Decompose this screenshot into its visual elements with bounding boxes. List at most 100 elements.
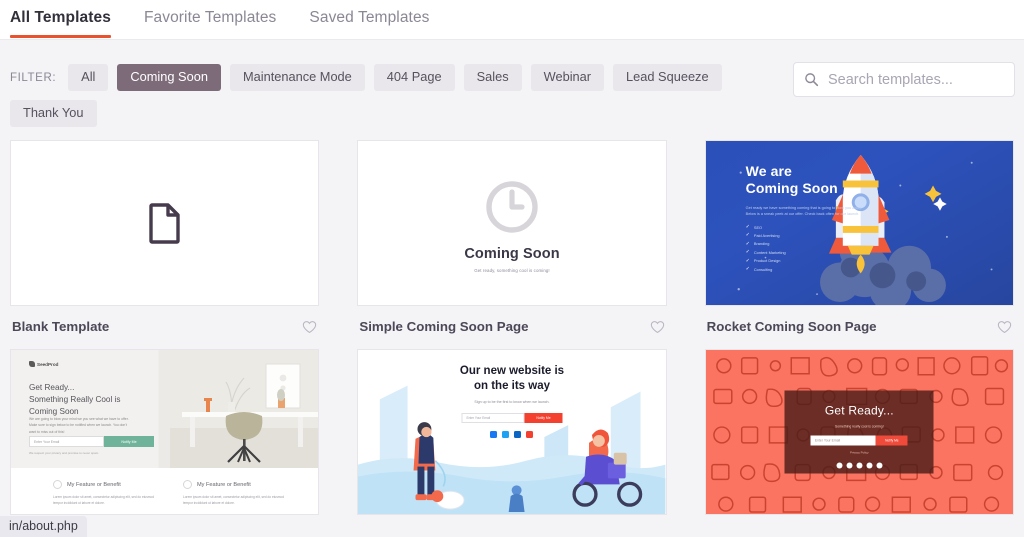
list-item: ✓ Content Marketing [746, 250, 871, 255]
feature-heading: My Feature or Benefit [183, 480, 291, 490]
cloud-icon [53, 480, 62, 490]
template-card-footer: Rocket Coming Soon Page [705, 306, 1014, 349]
template-title-simple-coming-soon[interactable]: Simple Coming Soon Page [359, 319, 528, 334]
rocket-copy: We are Coming Soon Get ready we have som… [746, 163, 871, 275]
check-icon: ✓ [745, 224, 750, 230]
template-card-rocket-coming-soon: We are Coming Soon Get ready we have som… [704, 140, 1014, 349]
thumb-heading-line2: Coming Soon [745, 179, 838, 196]
heart-outline-icon[interactable] [302, 320, 317, 334]
privacy-policy-link[interactable]: Privacy Policy [850, 451, 869, 455]
filter-chip-maintenance-mode[interactable]: Maintenance Mode [229, 64, 365, 92]
tab-all-templates-label: All Templates [10, 9, 111, 26]
list-item: ✓ SEO [746, 225, 871, 230]
facebook-icon[interactable] [490, 431, 498, 439]
list-item: ✓ Branding [746, 241, 871, 247]
filter-chip-404-page[interactable]: 404 Page [373, 64, 455, 92]
filter-chip-row: FILTER: All Coming Soon Maintenance Mode… [10, 64, 780, 128]
thumb-heading: Coming Soon [464, 246, 560, 263]
coral-signup-form: Enter Your Email Notify Me [810, 435, 908, 446]
social-links [358, 431, 665, 439]
feature-block: My Feature or Benefit Lorem ipsum dolor … [53, 480, 161, 506]
check-icon: ✓ [745, 249, 750, 256]
desk-signup-form: Enter Your Email Notify Me [29, 436, 154, 448]
twitter-icon[interactable] [502, 431, 510, 439]
filter-chip-all[interactable]: All [68, 64, 109, 92]
list-item-label: Consulting [753, 266, 773, 272]
template-thumbnail-coral[interactable]: Get Ready... Something really cool is co… [704, 349, 1014, 516]
template-tabs: All Templates Favorite Templates Saved T… [0, 0, 1024, 40]
filter-chip-webinar[interactable]: Webinar [530, 64, 605, 92]
heart-outline-icon[interactable] [997, 320, 1012, 334]
notify-me-button[interactable]: Notify Me [104, 436, 154, 448]
desk-heading: Get Ready... Something Really Cool is Co… [29, 382, 120, 418]
email-field[interactable]: Enter Your Email [29, 436, 104, 448]
template-card-footer: Simple Coming Soon Page [357, 306, 666, 349]
youtube-icon[interactable] [526, 431, 534, 439]
notify-me-button[interactable]: Notify Me [524, 413, 563, 424]
heart-outline-icon[interactable] [650, 320, 665, 334]
tab-saved-templates-label: Saved Templates [309, 9, 430, 26]
list-item: ✓ Consulting [745, 265, 871, 272]
social-links [836, 462, 883, 469]
privacy-note: We respect your privacy and promise to n… [29, 451, 100, 456]
template-thumbnail-desk[interactable]: SeedProd Get Ready... Something Really C… [10, 349, 320, 516]
list-item: ✓ Product Design [745, 257, 871, 264]
seedprod-logo: SeedProd [29, 361, 59, 368]
search-icon [805, 73, 819, 87]
list-item-label: Product Design [753, 258, 781, 264]
feature-title: My Feature or Benefit [197, 481, 251, 488]
template-thumbnail-rocket[interactable]: We are Coming Soon Get ready we have som… [704, 140, 1014, 307]
thumb-subtext: Get ready, something cool is coming! [474, 268, 550, 274]
thumb-paragraph: We are going to blow your mind we you se… [29, 417, 129, 434]
filter-chip-sales[interactable]: Sales [463, 64, 522, 92]
template-thumbnail-new-website[interactable]: Our new website is on the its way Sign u… [357, 349, 667, 516]
twitter-icon[interactable] [846, 462, 853, 469]
desk-feature-row: My Feature or Benefit Lorem ipsum dolor … [11, 468, 318, 506]
youtube-icon[interactable] [876, 462, 883, 469]
check-icon: ✓ [745, 232, 750, 239]
list-item-label: SEO [753, 224, 763, 230]
filter-chip-thank-you[interactable]: Thank You [10, 100, 97, 128]
facebook-icon[interactable] [836, 462, 843, 469]
search-templates-box[interactable] [793, 62, 1015, 97]
thumb-heading-line2: Something Really Cool is [29, 395, 121, 405]
instagram-icon[interactable] [856, 462, 863, 469]
coral-overlay-panel: Get Ready... Something really cool is co… [784, 390, 934, 474]
template-card-coral-get-ready: Get Ready... Something really cool is co… [704, 349, 1014, 516]
rocket-feature-list: ✓ SEO ✓ Paid Avertising ✓ Branding ✓ Con… [746, 225, 871, 272]
list-item-label: Branding [753, 241, 770, 247]
email-field[interactable]: Enter Your Email [461, 413, 525, 424]
template-thumbnail-blank[interactable] [10, 140, 320, 307]
tab-all-templates[interactable]: All Templates [10, 0, 111, 38]
feature-body: Lorem ipsum dolor sit amet, consectetur … [53, 495, 154, 506]
thumb-paragraph: Get ready we have something coming that … [745, 205, 862, 217]
template-card-new-website: Our new website is on the its way Sign u… [357, 349, 667, 516]
feature-title: My Feature or Benefit [67, 481, 121, 488]
check-icon: ✓ [745, 257, 750, 264]
list-item-label: Content Marketing [753, 249, 786, 255]
linkedin-icon[interactable] [514, 431, 522, 439]
template-title-rocket-coming-soon[interactable]: Rocket Coming Soon Page [707, 319, 877, 334]
tab-saved-templates[interactable]: Saved Templates [309, 0, 429, 37]
tab-favorite-templates-label: Favorite Templates [143, 9, 277, 26]
document-icon [148, 203, 180, 244]
seedprod-wordmark: SeedProd [37, 361, 59, 367]
notify-me-button[interactable]: Notify Me [875, 435, 908, 446]
template-grid: Blank Template Coming Soon Get ready, so… [0, 127, 1024, 516]
check-icon: ✓ [745, 265, 750, 272]
template-card-blank: Blank Template [10, 140, 320, 349]
clock-icon [486, 181, 538, 233]
filter-chip-lead-squeeze[interactable]: Lead Squeeze [613, 64, 722, 92]
email-field[interactable]: Enter Your Email [810, 435, 876, 446]
pinterest-icon[interactable] [866, 462, 873, 469]
search-input[interactable] [826, 70, 1004, 89]
template-card-simple-coming-soon: Coming Soon Get ready, something cool is… [357, 140, 667, 349]
thumb-heading-line1: Our new website is [459, 365, 565, 378]
web-signup-form: Enter Your Email Notify Me [461, 413, 563, 424]
template-card-desk-coming-soon: SeedProd Get Ready... Something Really C… [10, 349, 320, 516]
list-item-label: Paid Avertising [753, 232, 780, 238]
template-title-blank[interactable]: Blank Template [12, 319, 109, 334]
tab-favorite-templates[interactable]: Favorite Templates [144, 0, 276, 37]
template-thumbnail-simple-coming-soon[interactable]: Coming Soon Get ready, something cool is… [357, 140, 667, 307]
filter-chip-coming-soon[interactable]: Coming Soon [117, 64, 221, 92]
